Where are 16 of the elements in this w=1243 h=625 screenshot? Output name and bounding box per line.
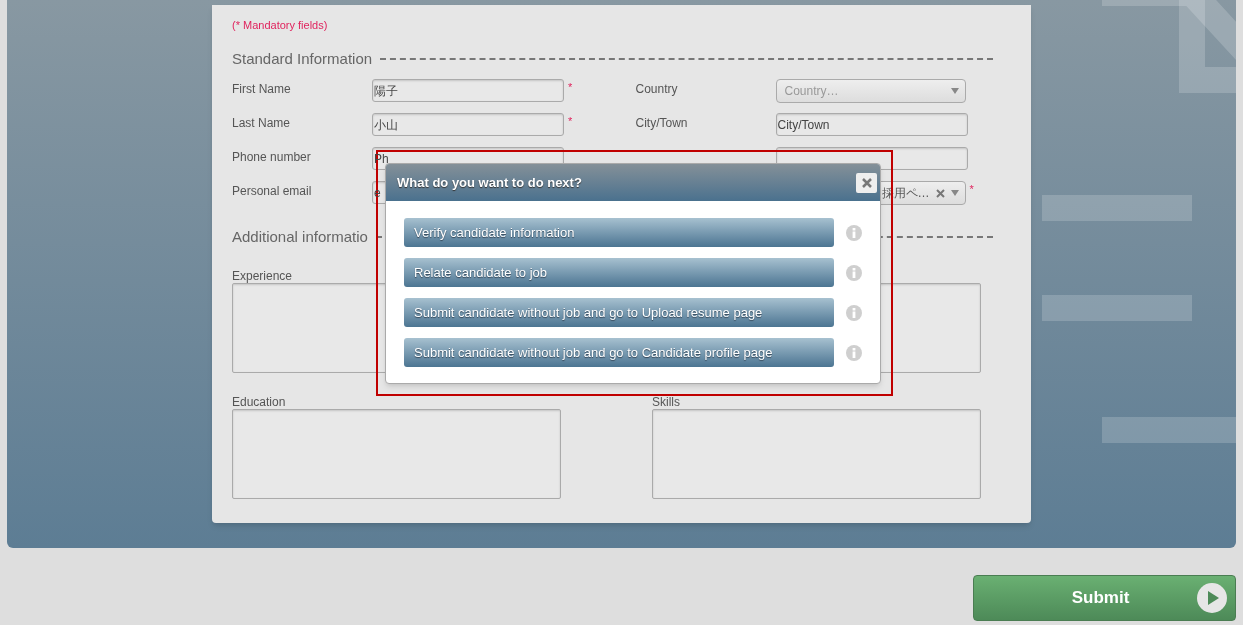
- field-label: First Name: [232, 81, 292, 98]
- section-title: Additional informatio: [232, 226, 368, 247]
- field-label: Last Name: [232, 115, 292, 132]
- field-label: City/Town: [635, 115, 689, 132]
- field-label: Experience: [232, 268, 293, 281]
- required-mark: *: [568, 114, 573, 129]
- field-label: Personal email: [232, 183, 313, 200]
- field-label: Phone number: [232, 149, 312, 166]
- section-title: Standard Information: [232, 48, 373, 69]
- required-mark: *: [568, 80, 573, 95]
- field-label: Country: [635, 81, 679, 98]
- required-mark: *: [969, 182, 974, 197]
- dialog-title: What do you want to do next?: [397, 173, 582, 192]
- field-label: Education: [232, 394, 286, 407]
- field-label: Skills: [652, 394, 680, 407]
- mandatory-note: (* Mandatory fields): [232, 18, 329, 33]
